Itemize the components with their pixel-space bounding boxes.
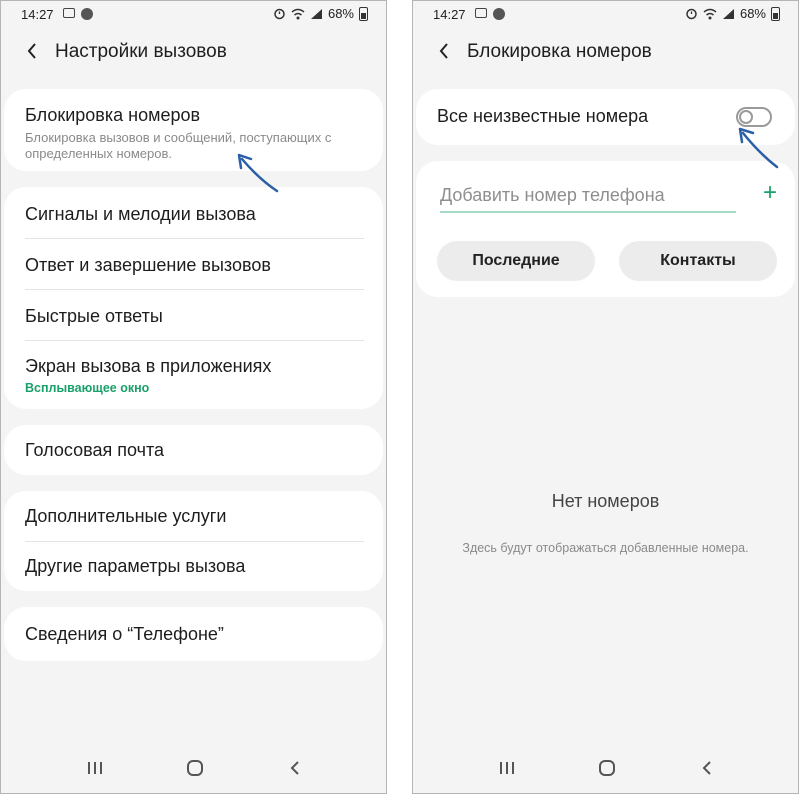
navigation-bar — [413, 753, 798, 783]
unknown-numbers-label: Все неизвестные номера — [437, 106, 649, 126]
plus-icon: + — [762, 179, 777, 206]
home-icon — [599, 760, 615, 776]
status-bar: 14:27 68% — [1, 1, 386, 27]
app-notification-icon — [81, 8, 93, 20]
alarm-icon — [274, 8, 285, 20]
block-numbers-label: Блокировка номеров — [25, 105, 201, 125]
divider — [25, 340, 364, 341]
back-button[interactable] — [433, 39, 457, 63]
ringtones-label: Сигналы и мелодии вызова — [25, 204, 256, 224]
divider — [25, 289, 364, 290]
supplementary-services-label: Дополнительные услуги — [25, 506, 227, 526]
page-title: Настройки вызовов — [55, 41, 227, 62]
status-time: 14:27 — [21, 7, 54, 22]
block-numbers-screen: 14:27 68% Блокировка номеров Все неизвес… — [412, 0, 799, 794]
empty-state-description: Здесь будут отображаться добавленные ном… — [462, 541, 749, 555]
battery-icon — [359, 6, 368, 21]
home-icon — [187, 760, 203, 776]
navigation-bar — [1, 753, 386, 783]
phone-number-input[interactable] — [440, 179, 736, 213]
chevron-left-icon — [439, 43, 448, 59]
call-settings-screen: 14:27 68% Настройки вызовов Блокировка н… — [0, 0, 387, 794]
nav-back-icon — [702, 761, 711, 775]
nav-back-button[interactable] — [696, 759, 718, 777]
block-numbers-item[interactable]: Блокировка номеров Блокировка вызовов и … — [25, 105, 362, 162]
nav-back-icon — [290, 761, 299, 775]
other-call-settings-item[interactable]: Другие параметры вызова — [25, 556, 362, 577]
battery-percent: 68% — [739, 6, 766, 21]
recent-button[interactable]: Последние — [437, 241, 595, 281]
voicemail-item[interactable]: Голосовая почта — [25, 440, 362, 461]
wifi-icon — [703, 8, 717, 19]
app-bar: Блокировка номеров — [413, 31, 798, 75]
ringtones-item[interactable]: Сигналы и мелодии вызова — [25, 204, 362, 225]
status-time: 14:27 — [433, 7, 466, 22]
recent-apps-button[interactable] — [496, 759, 518, 777]
call-options-card: Сигналы и мелодии вызова Ответ и заверше… — [4, 187, 383, 409]
chevron-left-icon — [27, 43, 36, 59]
about-card: Сведения о “Телефоне” — [4, 607, 383, 661]
answer-end-calls-item[interactable]: Ответ и завершение вызовов — [25, 255, 362, 276]
additional-settings-card: Дополнительные услуги Другие параметры в… — [4, 491, 383, 591]
empty-state-title: Нет номеров — [551, 491, 660, 511]
wifi-icon — [291, 8, 305, 19]
recent-apps-icon — [500, 762, 514, 774]
answer-end-calls-label: Ответ и завершение вызовов — [25, 255, 271, 275]
nav-back-button[interactable] — [284, 759, 306, 777]
call-display-mode-value: Всплывающее окно — [25, 381, 150, 395]
gallery-notification-icon — [475, 8, 487, 18]
alarm-icon — [686, 8, 697, 20]
toggle-knob — [739, 110, 753, 124]
app-bar: Настройки вызовов — [1, 31, 386, 75]
voicemail-label: Голосовая почта — [25, 440, 164, 460]
about-phone-item[interactable]: Сведения о “Телефоне” — [25, 624, 362, 645]
voicemail-card: Голосовая почта — [4, 425, 383, 475]
supplementary-services-item[interactable]: Дополнительные услуги — [25, 506, 362, 527]
app-notification-icon — [493, 8, 505, 20]
add-number-card: + Последние Контакты — [416, 161, 795, 297]
back-button[interactable] — [21, 39, 45, 63]
home-button[interactable] — [596, 759, 618, 777]
about-phone-label: Сведения о “Телефоне” — [25, 624, 224, 644]
unknown-numbers-item[interactable]: Все неизвестные номера — [437, 106, 774, 127]
unknown-numbers-toggle[interactable] — [736, 107, 772, 127]
battery-icon — [771, 6, 780, 21]
divider — [25, 238, 364, 239]
block-numbers-card: Блокировка номеров Блокировка вызовов и … — [4, 89, 383, 171]
home-button[interactable] — [184, 759, 206, 777]
signal-icon — [310, 8, 322, 19]
unknown-numbers-card: Все неизвестные номера — [416, 89, 795, 145]
page-title: Блокировка номеров — [467, 41, 652, 62]
contacts-button[interactable]: Контакты — [619, 241, 777, 281]
gallery-notification-icon — [63, 8, 75, 18]
recent-apps-icon — [88, 762, 102, 774]
call-display-in-apps-item[interactable]: Экран вызова в приложениях Всплывающее о… — [25, 356, 362, 396]
call-display-in-apps-label: Экран вызова в приложениях — [25, 356, 272, 376]
add-number-button[interactable]: + — [763, 181, 777, 205]
signal-icon — [722, 8, 734, 19]
quick-replies-item[interactable]: Быстрые ответы — [25, 306, 362, 327]
recent-apps-button[interactable] — [84, 759, 106, 777]
other-call-settings-label: Другие параметры вызова — [25, 556, 246, 576]
block-numbers-description: Блокировка вызовов и сообщений, поступаю… — [25, 130, 332, 161]
quick-replies-label: Быстрые ответы — [25, 306, 163, 326]
battery-percent: 68% — [327, 6, 354, 21]
status-bar: 14:27 68% — [413, 1, 798, 27]
divider — [25, 541, 364, 542]
